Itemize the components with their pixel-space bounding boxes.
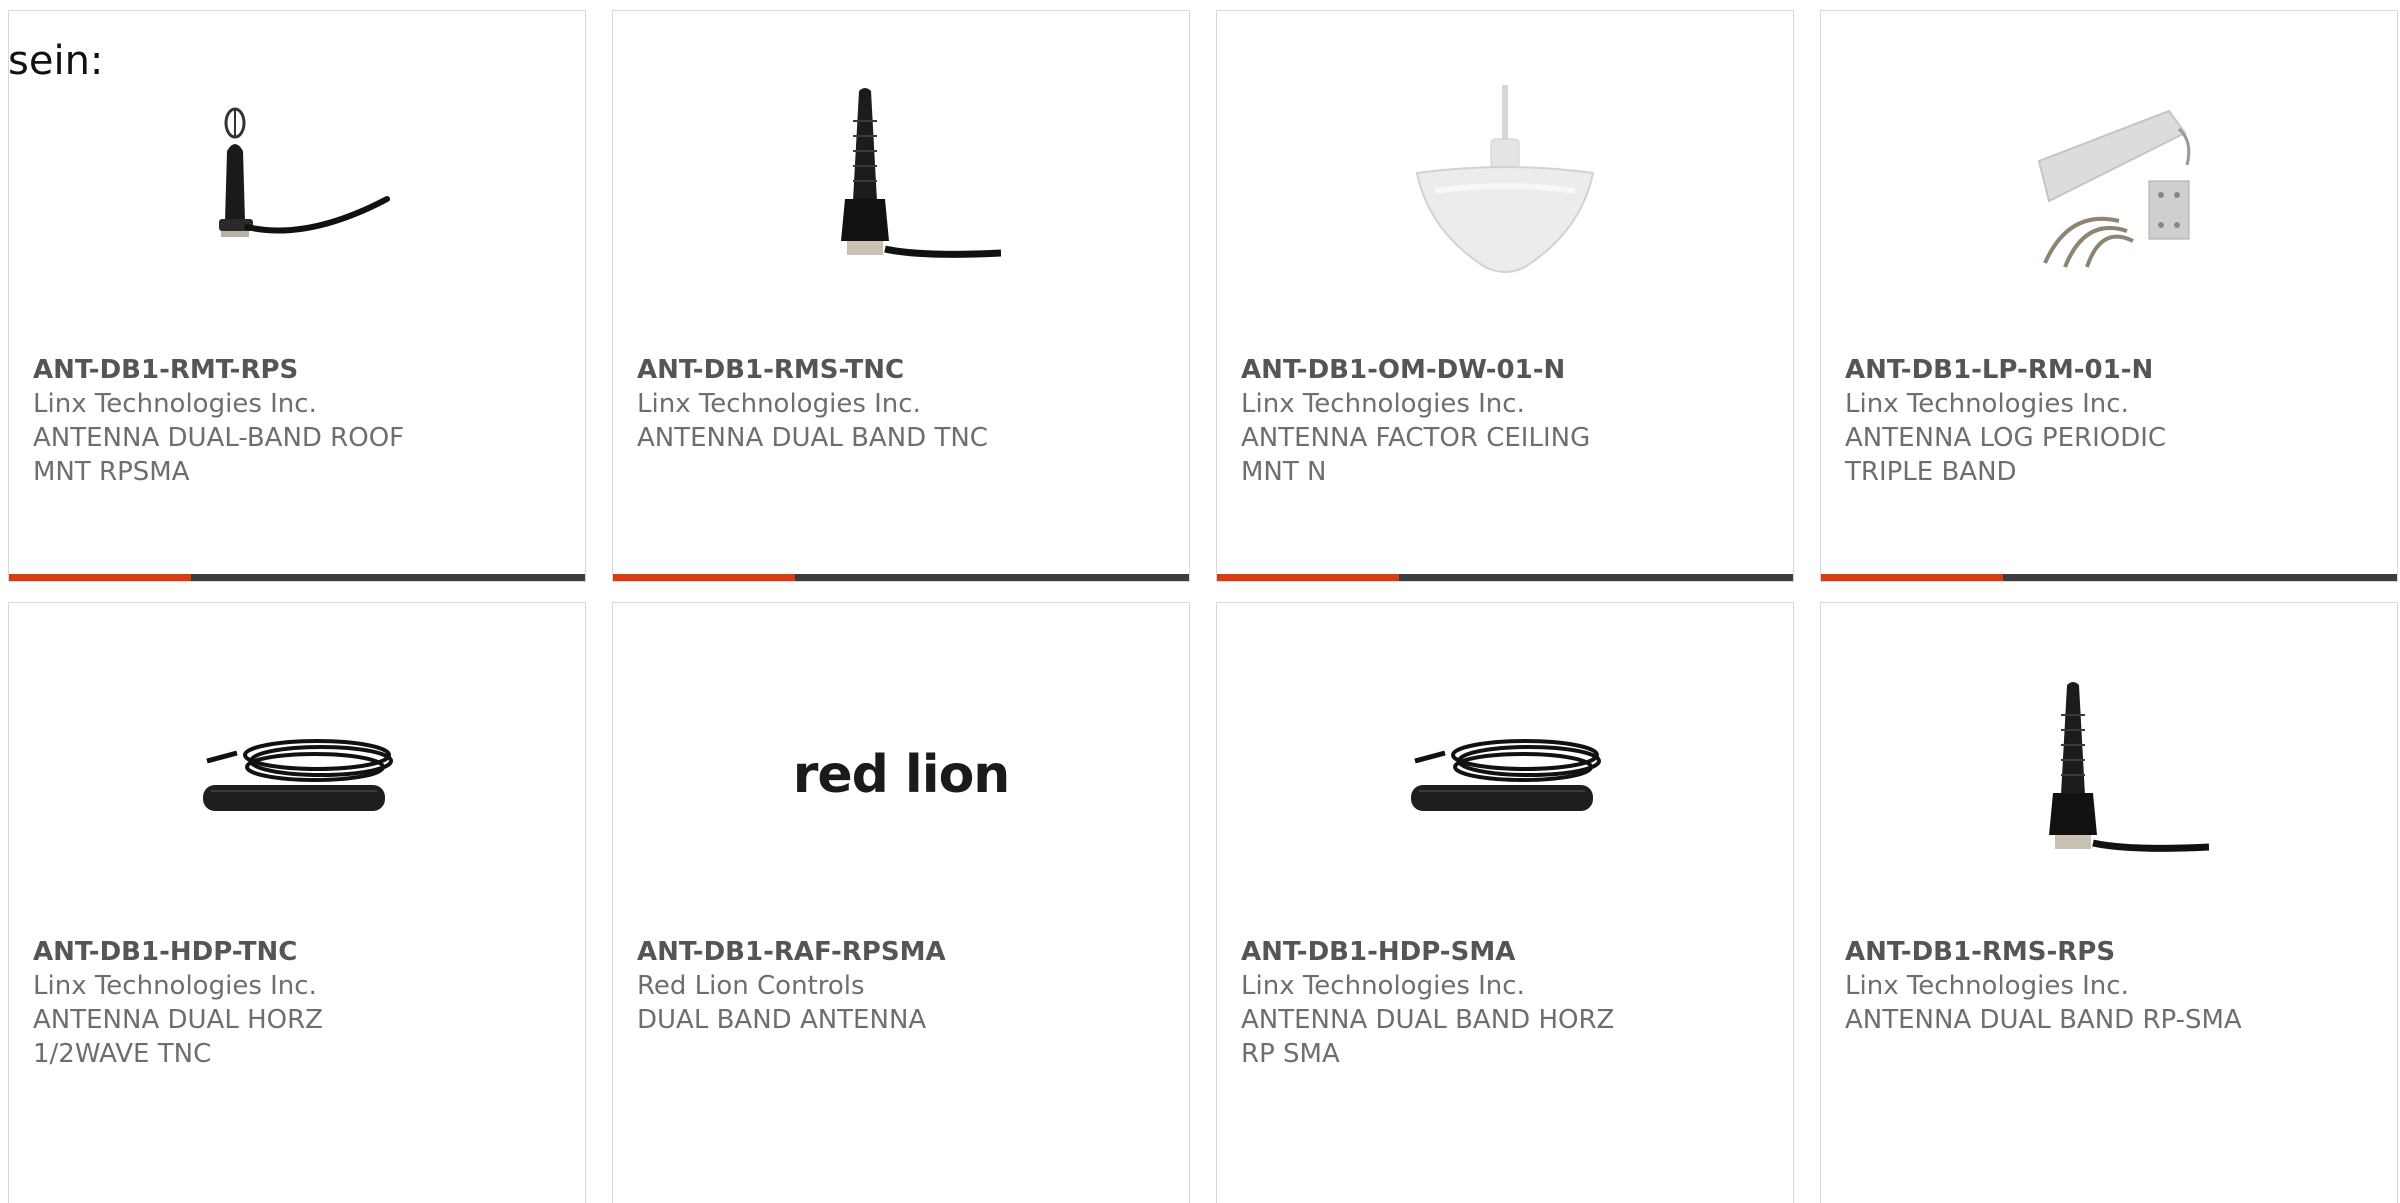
product-manufacturer: Linx Technologies Inc. [1241, 971, 1525, 1001]
product-manufacturer: Linx Technologies Inc. [1845, 389, 2129, 419]
product-grid: ANT-DB1-RMT-RPS Linx Technologies Inc. A… [8, 10, 2398, 1203]
card-bar-accent [1821, 574, 2003, 581]
product-card[interactable]: ANT-DB1-RMS-TNC Linx Technologies Inc. A… [612, 10, 1190, 582]
product-image-ceiling-dome-antenna[interactable] [1405, 81, 1605, 281]
product-image-whip-antenna[interactable] [801, 81, 1001, 281]
product-manufacturer: Linx Technologies Inc. [33, 389, 317, 419]
product-part-number[interactable]: ANT-DB1-HDP-TNC [33, 935, 443, 969]
product-card[interactable]: red lion ANT-DB1-RAF-RPSMA Red Lion Cont… [612, 602, 1190, 1203]
product-part-number[interactable]: ANT-DB1-RMT-RPS [33, 353, 443, 387]
intro-text: sein: [8, 38, 104, 84]
product-part-number[interactable]: ANT-DB1-OM-DW-01-N [1241, 353, 1651, 387]
product-info: ANT-DB1-RMS-RPS Linx Technologies Inc. A… [1845, 935, 2255, 1037]
product-part-number[interactable]: ANT-DB1-RAF-RPSMA [637, 935, 1047, 969]
product-card[interactable]: ANT-DB1-RMT-RPS Linx Technologies Inc. A… [8, 10, 586, 582]
card-bar-accent [1217, 574, 1399, 581]
product-part-number[interactable]: ANT-DB1-RMS-TNC [637, 353, 1047, 387]
product-image-flat-cable-antenna[interactable] [1405, 675, 1605, 875]
product-image-log-periodic-antenna[interactable] [2009, 81, 2209, 281]
card-bar [9, 574, 585, 581]
log-periodic-antenna-icon [2037, 109, 2191, 268]
product-description: ANTENNA DUAL BAND RP-SMA [1845, 1005, 2242, 1035]
product-part-number[interactable]: ANT-DB1-RMS-RPS [1845, 935, 2255, 969]
product-info: ANT-DB1-LP-RM-01-N Linx Technologies Inc… [1845, 353, 2255, 489]
product-info: ANT-DB1-RMS-TNC Linx Technologies Inc. A… [637, 353, 1047, 455]
whip-antenna-icon [2049, 682, 2209, 852]
card-bar-accent [613, 574, 795, 581]
flat-cable-antenna-icon [1411, 739, 1601, 811]
ceiling-dome-antenna-icon [1415, 85, 1595, 273]
product-info: ANT-DB1-HDP-TNC Linx Technologies Inc. A… [33, 935, 443, 1071]
product-info: ANT-DB1-OM-DW-01-N Linx Technologies Inc… [1241, 353, 1651, 489]
product-description: ANTENNA DUAL-BAND ROOF MNT RPSMA [33, 423, 405, 487]
product-card[interactable]: ANT-DB1-HDP-TNC Linx Technologies Inc. A… [8, 602, 586, 1203]
product-manufacturer: Red Lion Controls [637, 971, 865, 1001]
product-part-number[interactable]: ANT-DB1-HDP-SMA [1241, 935, 1651, 969]
product-card[interactable]: ANT-DB1-OM-DW-01-N Linx Technologies Inc… [1216, 10, 1794, 582]
product-description: ANTENNA DUAL BAND HORZ RP SMA [1241, 1005, 1615, 1069]
product-image-roof-mount-antenna[interactable] [197, 81, 397, 281]
product-manufacturer: Linx Technologies Inc. [33, 971, 317, 1001]
card-bar [1821, 574, 2397, 581]
product-description: ANTENNA DUAL BAND TNC [637, 423, 988, 453]
flat-cable-antenna-icon [203, 739, 393, 811]
product-description: ANTENNA LOG PERIODIC TRIPLE BAND [1845, 423, 2167, 487]
product-card[interactable]: ANT-DB1-RMS-RPS Linx Technologies Inc. A… [1820, 602, 2398, 1203]
product-description: ANTENNA DUAL HORZ 1/2WAVE TNC [33, 1005, 323, 1069]
product-image-red-lion-logo[interactable]: red lion [793, 675, 1011, 875]
product-manufacturer: Linx Technologies Inc. [637, 389, 921, 419]
red-lion-logo-icon: red lion [792, 745, 1011, 805]
product-image-flat-cable-antenna[interactable] [197, 675, 397, 875]
product-info: ANT-DB1-RAF-RPSMA Red Lion Controls DUAL… [637, 935, 1047, 1037]
product-image-whip-antenna[interactable] [2009, 675, 2209, 875]
product-info: ANT-DB1-RMT-RPS Linx Technologies Inc. A… [33, 353, 443, 489]
product-card[interactable]: ANT-DB1-HDP-SMA Linx Technologies Inc. A… [1216, 602, 1794, 1203]
product-card[interactable]: ANT-DB1-LP-RM-01-N Linx Technologies Inc… [1820, 10, 2398, 582]
product-manufacturer: Linx Technologies Inc. [1845, 971, 2129, 1001]
roof-mount-antenna-icon [219, 107, 390, 237]
product-part-number[interactable]: ANT-DB1-LP-RM-01-N [1845, 353, 2255, 387]
card-bar [613, 574, 1189, 581]
card-bar-accent [9, 574, 191, 581]
product-description: DUAL BAND ANTENNA [637, 1005, 927, 1035]
card-bar [1217, 574, 1793, 581]
whip-antenna-icon [841, 88, 1001, 258]
product-info: ANT-DB1-HDP-SMA Linx Technologies Inc. A… [1241, 935, 1651, 1071]
product-description: ANTENNA FACTOR CEILING MNT N [1241, 423, 1591, 487]
product-manufacturer: Linx Technologies Inc. [1241, 389, 1525, 419]
